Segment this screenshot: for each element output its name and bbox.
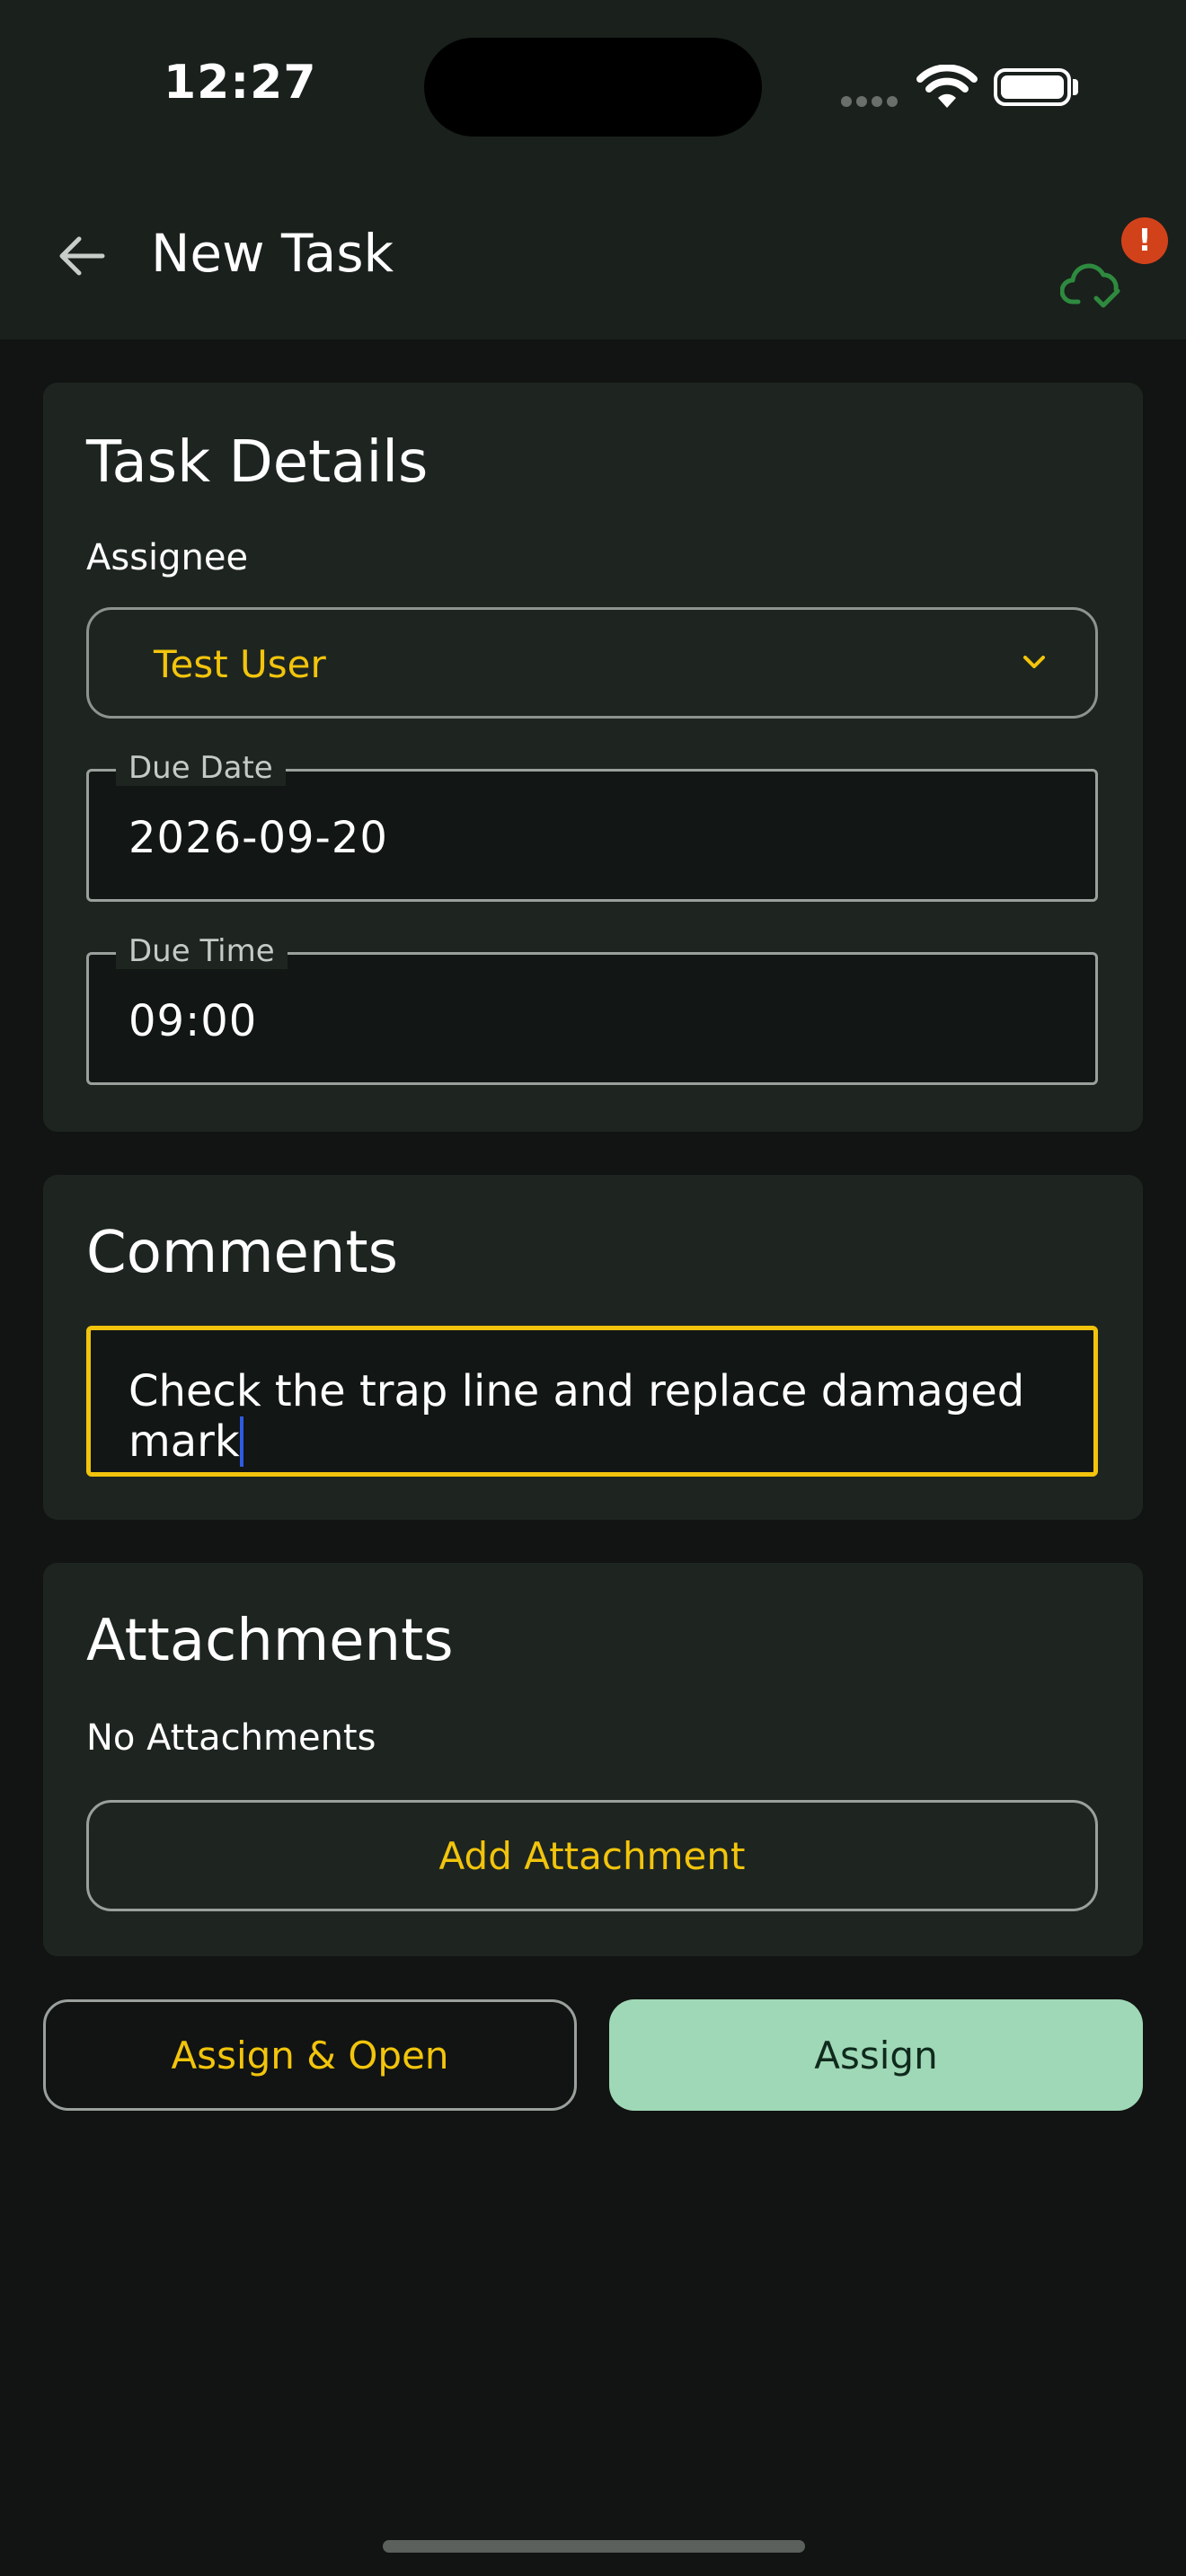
comments-title: Comments [86,1220,398,1286]
attachments-title: Attachments [86,1608,454,1674]
dynamic-island [424,38,762,137]
no-attachments-text: No Attachments [86,1717,376,1759]
add-attachment-button[interactable]: Add Attachment [86,1800,1098,1911]
comments-input[interactable]: Check the trap line and replace damaged … [86,1326,1098,1477]
page-title: New Task [151,223,394,284]
task-details-title: Task Details [86,429,429,496]
comments-card: Comments Check the trap line and replace… [43,1175,1143,1520]
task-details-card: Task Details Assignee Test User Due Date… [43,383,1143,1132]
app-bar: New Task ! [0,171,1186,340]
assignee-select[interactable]: Test User [86,607,1098,719]
due-date-field[interactable]: Due Date 2026-09-20 [86,750,1098,902]
attachments-card: Attachments No Attachments Add Attachmen… [43,1563,1143,1956]
battery-icon [994,68,1071,106]
assign-button[interactable]: Assign [609,1999,1143,2111]
chevron-down-icon [1023,656,1045,668]
comments-value: Check the trap line and replace damaged … [128,1366,1025,1467]
sync-warning-badge: ! [1121,217,1168,264]
due-time-field[interactable]: Due Time 09:00 [86,933,1098,1085]
due-date-value: 2026-09-20 [128,813,388,863]
due-time-label: Due Time [116,933,288,969]
arrow-left-icon [59,236,105,276]
status-time: 12:27 [164,56,317,110]
due-date-label: Due Date [116,750,286,786]
assignee-label: Assignee [86,537,249,578]
sync-status-button[interactable]: ! [1060,216,1168,314]
due-time-value: 09:00 [128,996,258,1046]
back-button[interactable] [45,220,117,292]
home-indicator [383,2540,805,2553]
wifi-icon [916,64,978,113]
assignee-value: Test User [154,642,326,686]
cellular-signal-icon [841,93,902,110]
text-cursor [239,1416,243,1467]
status-bar: 12:27 [0,0,1186,171]
cloud-check-icon [1060,263,1120,308]
assign-and-open-button[interactable]: Assign & Open [43,1999,577,2111]
